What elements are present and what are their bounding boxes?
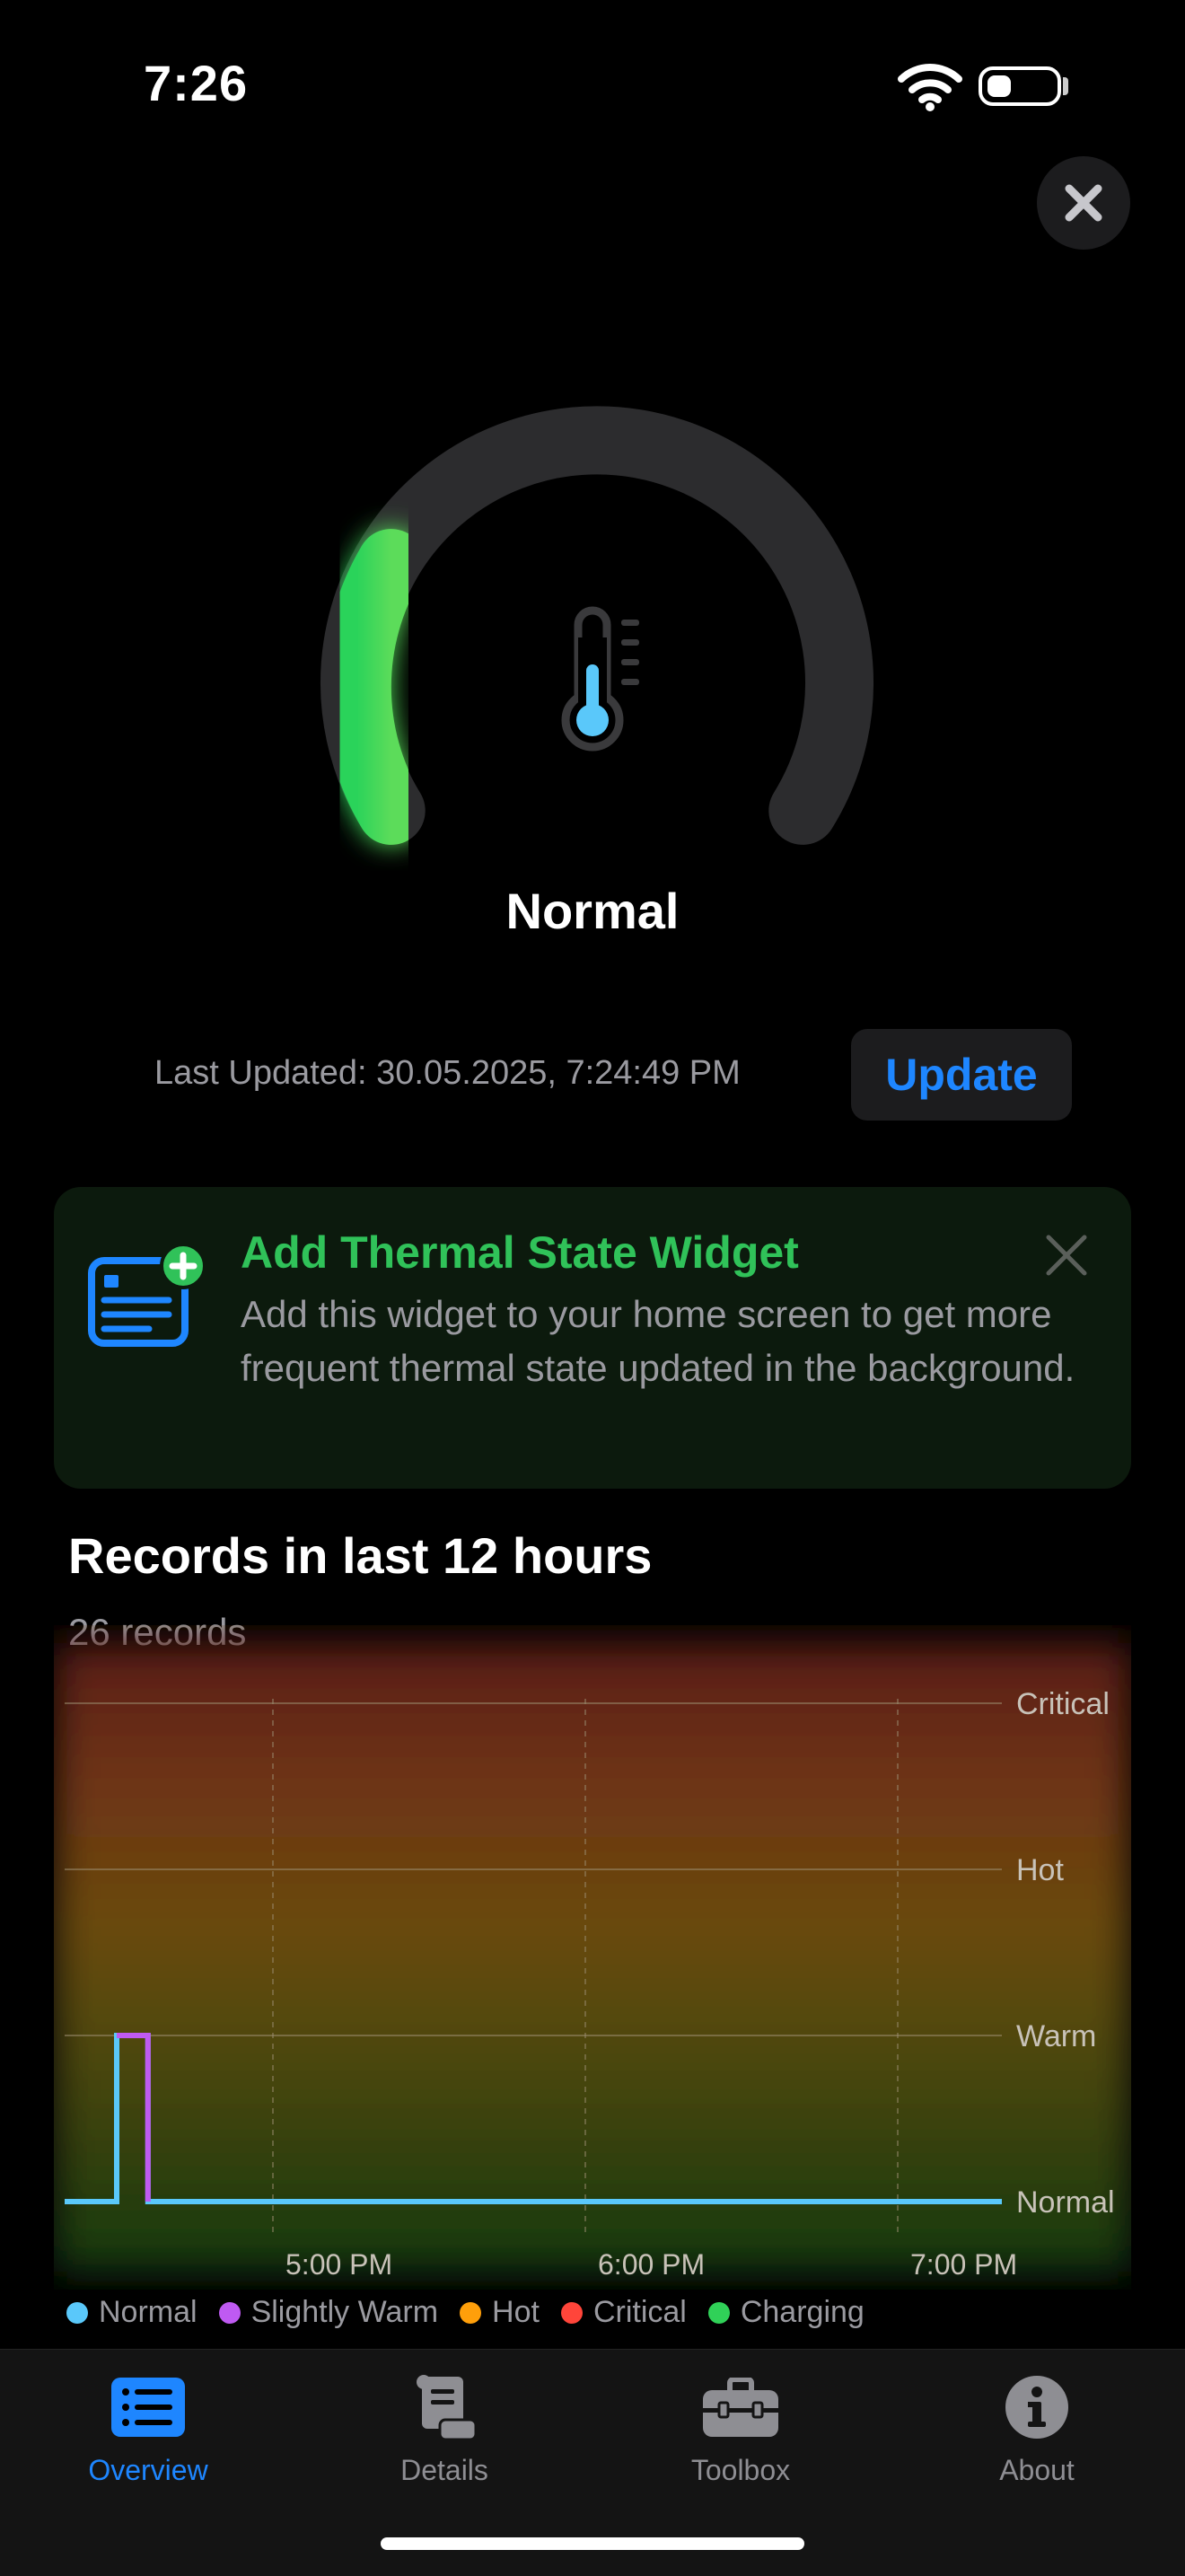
legend-label: Critical [592, 2295, 687, 2329]
chart-background [54, 1643, 1131, 2272]
battery-icon [979, 66, 1061, 106]
scroll-icon [417, 2375, 476, 2441]
info-icon [1005, 2376, 1068, 2439]
last-updated-text: Last Updated: 30.05.2025, 7:24:49 PM [154, 1054, 741, 1092]
thermal-state-label: Normal [505, 883, 680, 939]
legend-dot [66, 2301, 88, 2324]
x-tick-label: 6:00 PM [598, 2248, 705, 2281]
close-button[interactable] [1037, 156, 1130, 250]
tab-toolbox-label: Toolbox [690, 2454, 791, 2486]
wifi-icon [898, 64, 962, 111]
x-tick-label: 7:00 PM [910, 2248, 1017, 2281]
widget-promo-card: Add Thermal State Widget Add this widget… [54, 1187, 1131, 1489]
legend-item: Hot [460, 2295, 540, 2330]
legend-item: Charging [707, 2295, 865, 2330]
battery-cap [1063, 77, 1068, 95]
legend-item: Normal [66, 2295, 198, 2330]
chart-legend: Normal Slightly Warm Hot Critical Charging [66, 2295, 886, 2330]
y-label-normal: Normal [1016, 2185, 1115, 2220]
legend-label: Hot [492, 2295, 540, 2329]
tab-details-label: Details [400, 2454, 488, 2486]
update-button[interactable]: Update [851, 1029, 1072, 1121]
widget-promo-description: Add this widget to your home screen to g… [241, 1293, 1075, 1389]
widget-promo-title: Add Thermal State Widget [241, 1227, 799, 1278]
legend-item: Slightly Warm [218, 2295, 439, 2330]
dismiss-widget-icon[interactable] [1045, 1234, 1088, 1277]
tab-about[interactable]: About [889, 2350, 1185, 2487]
widget-add-icon [88, 1243, 206, 1347]
y-label-critical: Critical [1016, 1687, 1110, 1721]
records-chart: Normal Warm Hot Critical 5:00 PM 6:00 PM 7:00 … [54, 1643, 1131, 2281]
gauge-level [322, 529, 426, 845]
legend-dot [560, 2301, 583, 2324]
tab-overview-label: Overview [88, 2454, 208, 2486]
thermometer-icon [561, 606, 639, 752]
thermal-gauge [320, 406, 873, 845]
close-icon [1065, 184, 1102, 222]
legend-label: Slightly Warm [250, 2295, 439, 2329]
tab-about-label: About [999, 2454, 1075, 2486]
tab-overview[interactable]: Overview [0, 2350, 296, 2487]
tab-details[interactable]: Details [296, 2350, 592, 2487]
status-time: 7:26 [144, 55, 249, 111]
x-tick-label: 5:00 PM [285, 2248, 392, 2281]
records-title: Records in last 12 hours [68, 1527, 653, 1584]
gauge-track [320, 406, 873, 845]
legend-dot [218, 2301, 241, 2324]
toolbox-icon [703, 2378, 778, 2437]
home-indicator [381, 2537, 804, 2550]
list-icon [111, 2378, 185, 2437]
legend-dot [460, 2301, 482, 2324]
legend-dot [707, 2301, 730, 2324]
y-label-warm: Warm [1016, 2019, 1096, 2053]
legend-label: Normal [99, 2295, 198, 2329]
y-label-hot: Hot [1016, 1853, 1064, 1887]
legend-item: Critical [560, 2295, 687, 2330]
legend-label: Charging [740, 2295, 865, 2329]
tab-toolbox[interactable]: Toolbox [592, 2350, 889, 2487]
